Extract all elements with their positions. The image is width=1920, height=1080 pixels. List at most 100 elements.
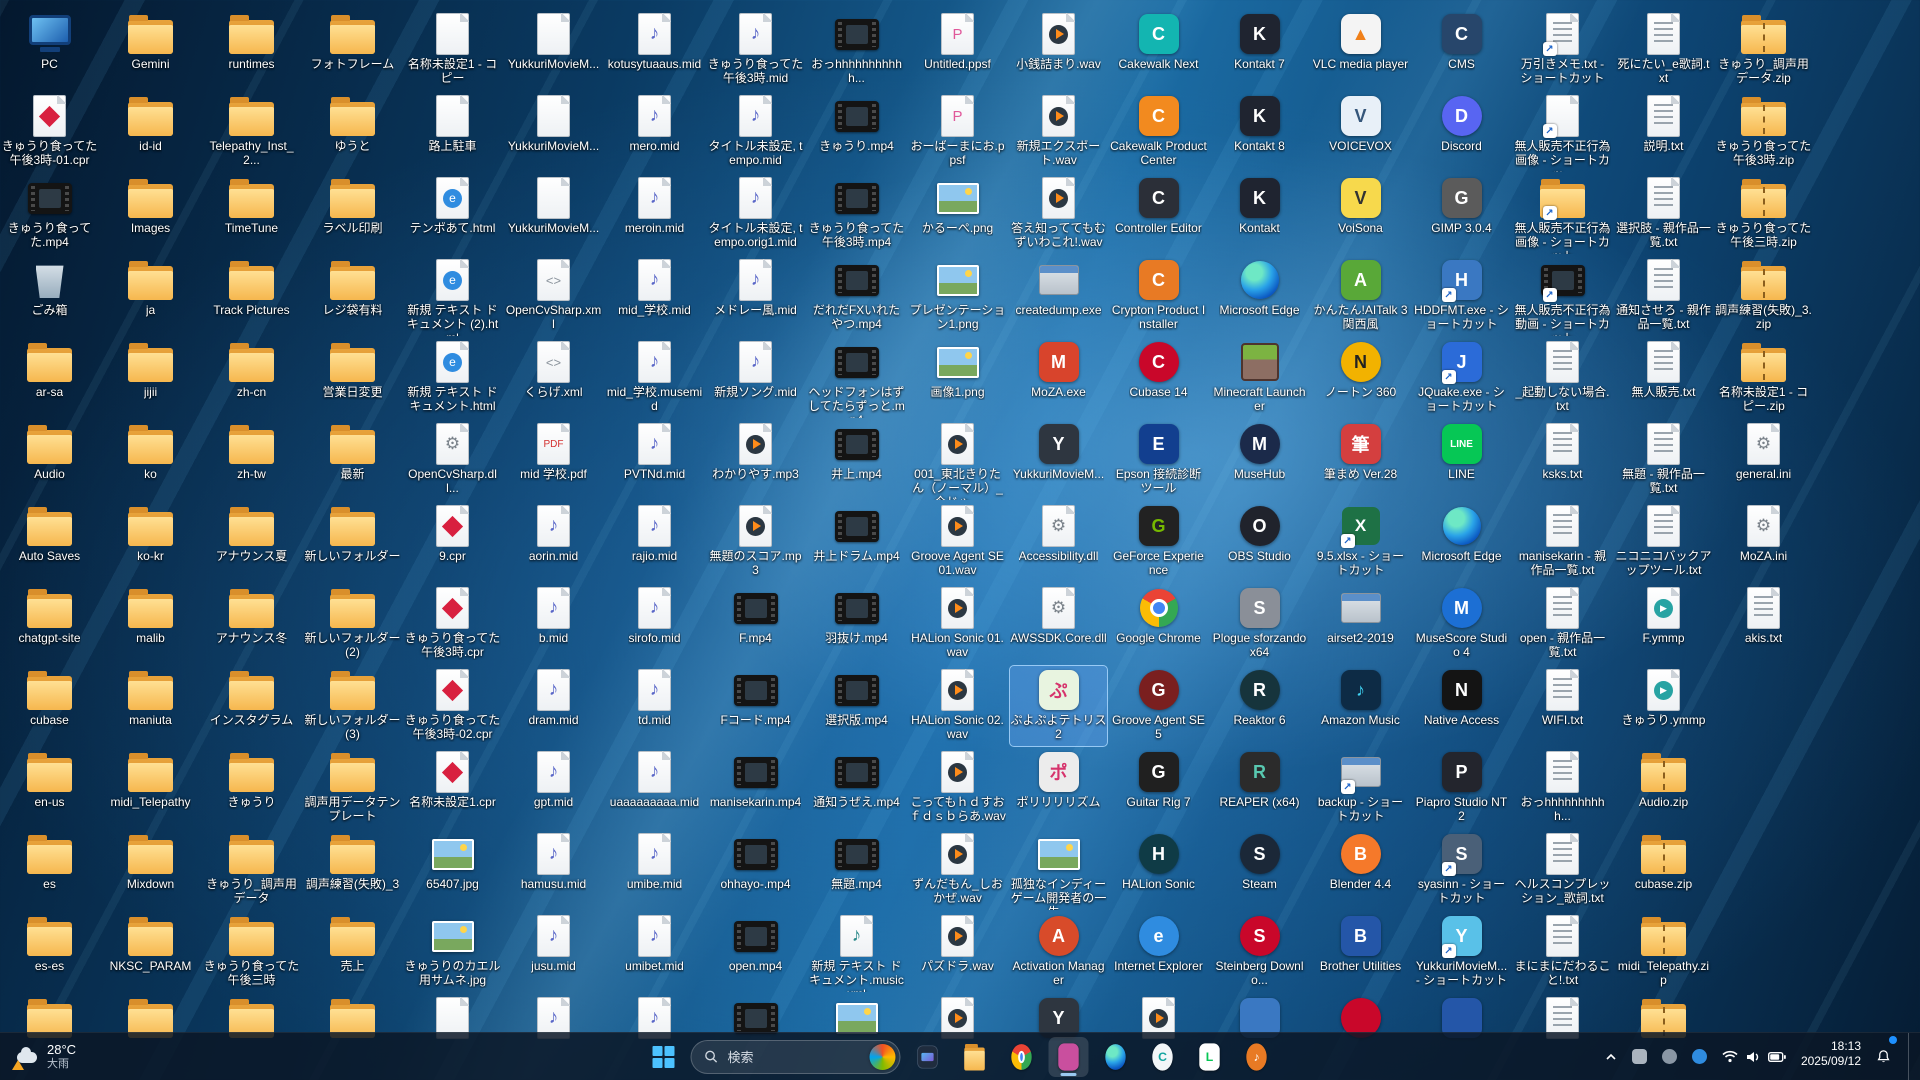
- desktop-icon[interactable]: わかりやす.mp3: [707, 420, 804, 500]
- desktop-icon[interactable]: Groove Agent SE 01.wav: [909, 502, 1006, 582]
- desktop-icon[interactable]: 井上ドラム.mp4: [808, 502, 905, 582]
- desktop-icon[interactable]: H ↗ HDDFMT.exe - ショートカット: [1413, 256, 1510, 336]
- desktop-icon[interactable]: ♪ kotusytuaaus.mid: [606, 10, 703, 90]
- desktop-icon[interactable]: きゅうり食ってた午後3時-02.cpr: [404, 666, 501, 746]
- desktop-icon[interactable]: 選択版.mp4: [808, 666, 905, 746]
- desktop-icon[interactable]: 選択肢 - 親作品一覧.txt: [1615, 174, 1712, 254]
- desktop-icon[interactable]: ニコニコバックアップツール.txt: [1615, 502, 1712, 582]
- desktop-icon[interactable]: Y ↗ YukkuriMovieM... - ショートカット: [1413, 912, 1510, 992]
- desktop-icon[interactable]: D Discord: [1413, 92, 1510, 172]
- desktop-icon[interactable]: S Plogue sforzando x64: [1211, 584, 1308, 664]
- desktop-icon[interactable]: 売上: [304, 912, 401, 992]
- desktop-icon[interactable]: ♪ PVTNd.mid: [606, 420, 703, 500]
- desktop-icon[interactable]: TimeTune: [203, 174, 300, 254]
- desktop-icon[interactable]: ヘッドフォンはずしてたらずっと.mp4: [808, 338, 905, 418]
- desktop-icon[interactable]: 答え知っててもむずいわこれ!.wav: [1010, 174, 1107, 254]
- desktop-icon[interactable]: id-id: [102, 92, 199, 172]
- desktop-icon[interactable]: 名称未設定1.cpr: [404, 748, 501, 828]
- desktop-icon[interactable]: WIFI.txt: [1514, 666, 1611, 746]
- desktop-icon[interactable]: Minecraft Launcher: [1211, 338, 1308, 418]
- desktop-icon[interactable]: 001_東北きりたん（ノーマル）_今じゃ...: [909, 420, 1006, 500]
- desktop-icon[interactable]: 無題.mp4: [808, 830, 905, 910]
- desktop-icon[interactable]: YukkuriMovieM...: [505, 92, 602, 172]
- desktop-icon[interactable]: きゅうり_調声用データ.zip: [1715, 10, 1812, 90]
- desktop-icon[interactable]: ごみ箱: [1, 256, 98, 336]
- notification-bell-button[interactable]: [1874, 1035, 1897, 1075]
- tray-app-icon-1[interactable]: [1630, 1039, 1649, 1075]
- desktop-icon[interactable]: V VoiSona: [1312, 174, 1409, 254]
- desktop-icon[interactable]: es: [1, 830, 98, 910]
- taskbar-app-google-chrome[interactable]: [1002, 1037, 1042, 1077]
- desktop-icon[interactable]: 調声用データテンプレート: [304, 748, 401, 828]
- desktop-icon[interactable]: C Cakewalk Next: [1110, 10, 1207, 90]
- tray-app-icon-2[interactable]: [1660, 1039, 1679, 1075]
- desktop-icon[interactable]: createdump.exe: [1010, 256, 1107, 336]
- desktop-icon[interactable]: 調声練習(失敗)_3.zip: [1715, 256, 1812, 336]
- desktop-icon[interactable]: ↗ 無人販売不正行為画像 - ショートカット: [1514, 174, 1611, 254]
- desktop-icon[interactable]: ポポリリリリズム: [1010, 748, 1107, 828]
- desktop-icon[interactable]: manisekarin.mp4: [707, 748, 804, 828]
- desktop-icon[interactable]: ♪ hamusu.mid: [505, 830, 602, 910]
- desktop-icon[interactable]: M MoZA.exe: [1010, 338, 1107, 418]
- desktop-icon[interactable]: 新しいフォルダー: [304, 502, 401, 582]
- desktop-icon[interactable]: レジ袋有料: [304, 256, 401, 336]
- desktop-icon[interactable]: ♪ jusu.mid: [505, 912, 602, 992]
- desktop-icon[interactable]: jijii: [102, 338, 199, 418]
- desktop-icon[interactable]: M MuseScore Studio 4: [1413, 584, 1510, 664]
- desktop-icon[interactable]: <> OpenCvSharp.xml: [505, 256, 602, 336]
- desktop-icon[interactable]: アナウンス冬: [203, 584, 300, 664]
- desktop-icon[interactable]: ↗ 無人販売不正行為動画 - ショートカット: [1514, 256, 1611, 336]
- desktop-icon[interactable]: ♪ umibet.mid: [606, 912, 703, 992]
- desktop-icon[interactable]: 新規エクスポート.wav: [1010, 92, 1107, 172]
- desktop-icon[interactable]: ♪ sirofo.mid: [606, 584, 703, 664]
- desktop-icon[interactable]: ja: [102, 256, 199, 336]
- desktop-icon[interactable]: manisekarin - 親作品一覧.txt: [1514, 502, 1611, 582]
- desktop-icon[interactable]: きゅうり食ってた.mp4: [1, 174, 98, 254]
- desktop-icon[interactable]: 名称未設定1 - コピー.zip: [1715, 338, 1812, 418]
- desktop-icon[interactable]: ↗ backup - ショートカット: [1312, 748, 1409, 828]
- desktop-icon[interactable]: ⚙ general.ini: [1715, 420, 1812, 500]
- desktop-icon[interactable]: ♪ gpt.mid: [505, 748, 602, 828]
- desktop-icon[interactable]: G Groove Agent SE 5: [1110, 666, 1207, 746]
- desktop-icon[interactable]: Google Chrome: [1110, 584, 1207, 664]
- desktop-icon[interactable]: ⚙ Accessibility.dll: [1010, 502, 1107, 582]
- desktop-icon[interactable]: midi_Telepathy: [102, 748, 199, 828]
- desktop-icon[interactable]: ko-kr: [102, 502, 199, 582]
- desktop-icon[interactable]: akis.txt: [1715, 584, 1812, 664]
- desktop-icon[interactable]: airset2-2019: [1312, 584, 1409, 664]
- desktop-icon[interactable]: G Guitar Rig 7: [1110, 748, 1207, 828]
- desktop-icon[interactable]: おっhhhhhhhhhhh...: [808, 10, 905, 90]
- hidden-icons-chevron[interactable]: [1603, 1039, 1619, 1075]
- desktop-icon[interactable]: cubase: [1, 666, 98, 746]
- clock[interactable]: 18:13 2025/09/12: [1799, 1039, 1863, 1075]
- desktop-icon[interactable]: ずんだもん_しおかぜ.wav: [909, 830, 1006, 910]
- desktop-icon[interactable]: ♪ b.mid: [505, 584, 602, 664]
- desktop-icon[interactable]: ⚙ MoZA.ini: [1715, 502, 1812, 582]
- desktop-icon[interactable]: インスタグラム: [203, 666, 300, 746]
- desktop-icon[interactable]: K Kontakt 8: [1211, 92, 1308, 172]
- desktop-icon[interactable]: 通知させろ - 親作品一覧.txt: [1615, 256, 1712, 336]
- desktop-icon[interactable]: K Kontakt: [1211, 174, 1308, 254]
- desktop-icon[interactable]: NKSC_PARAM: [102, 912, 199, 992]
- desktop-icon[interactable]: B Brother Utilities: [1312, 912, 1409, 992]
- desktop-icon[interactable]: ♪新規 テキスト ドキュメント.musicxml: [808, 912, 905, 992]
- desktop-icon[interactable]: ♪ タイトル未設定, tempo.mid: [707, 92, 804, 172]
- desktop-icon[interactable]: YukkuriMovieM...: [505, 174, 602, 254]
- desktop-icon[interactable]: runtimes: [203, 10, 300, 90]
- desktop-icon[interactable]: ko: [102, 420, 199, 500]
- desktop-icon[interactable]: X ↗ 9.5.xlsx - ショートカット: [1312, 502, 1409, 582]
- desktop-icon[interactable]: 新しいフォルダー (2): [304, 584, 401, 664]
- desktop-icon[interactable]: PC: [1, 10, 98, 90]
- desktop-icon[interactable]: 無題のスコア.mp3: [707, 502, 804, 582]
- desktop-icon[interactable]: S Steinberg Downlo...: [1211, 912, 1308, 992]
- desktop-icon[interactable]: ↗ 万引きメモ.txt - ショートカット: [1514, 10, 1611, 90]
- desktop-icon[interactable]: Track Pictures: [203, 256, 300, 336]
- desktop-icon[interactable]: 通知うぜえ.mp4: [808, 748, 905, 828]
- desktop-icon[interactable]: ヘルスコンプレッション_歌詞.txt: [1514, 830, 1611, 910]
- desktop-icon[interactable]: C Crypton Product Installer: [1110, 256, 1207, 336]
- taskbar-app-photos[interactable]: [1048, 1036, 1089, 1077]
- taskbar-app-line[interactable]: L: [1190, 1037, 1230, 1077]
- desktop-icon[interactable]: open.mp4: [707, 912, 804, 992]
- desktop-icon[interactable]: A かんたん!AITalk 3 関西風: [1312, 256, 1409, 336]
- desktop-icon[interactable]: おっhhhhhhhhhh...: [1514, 748, 1611, 828]
